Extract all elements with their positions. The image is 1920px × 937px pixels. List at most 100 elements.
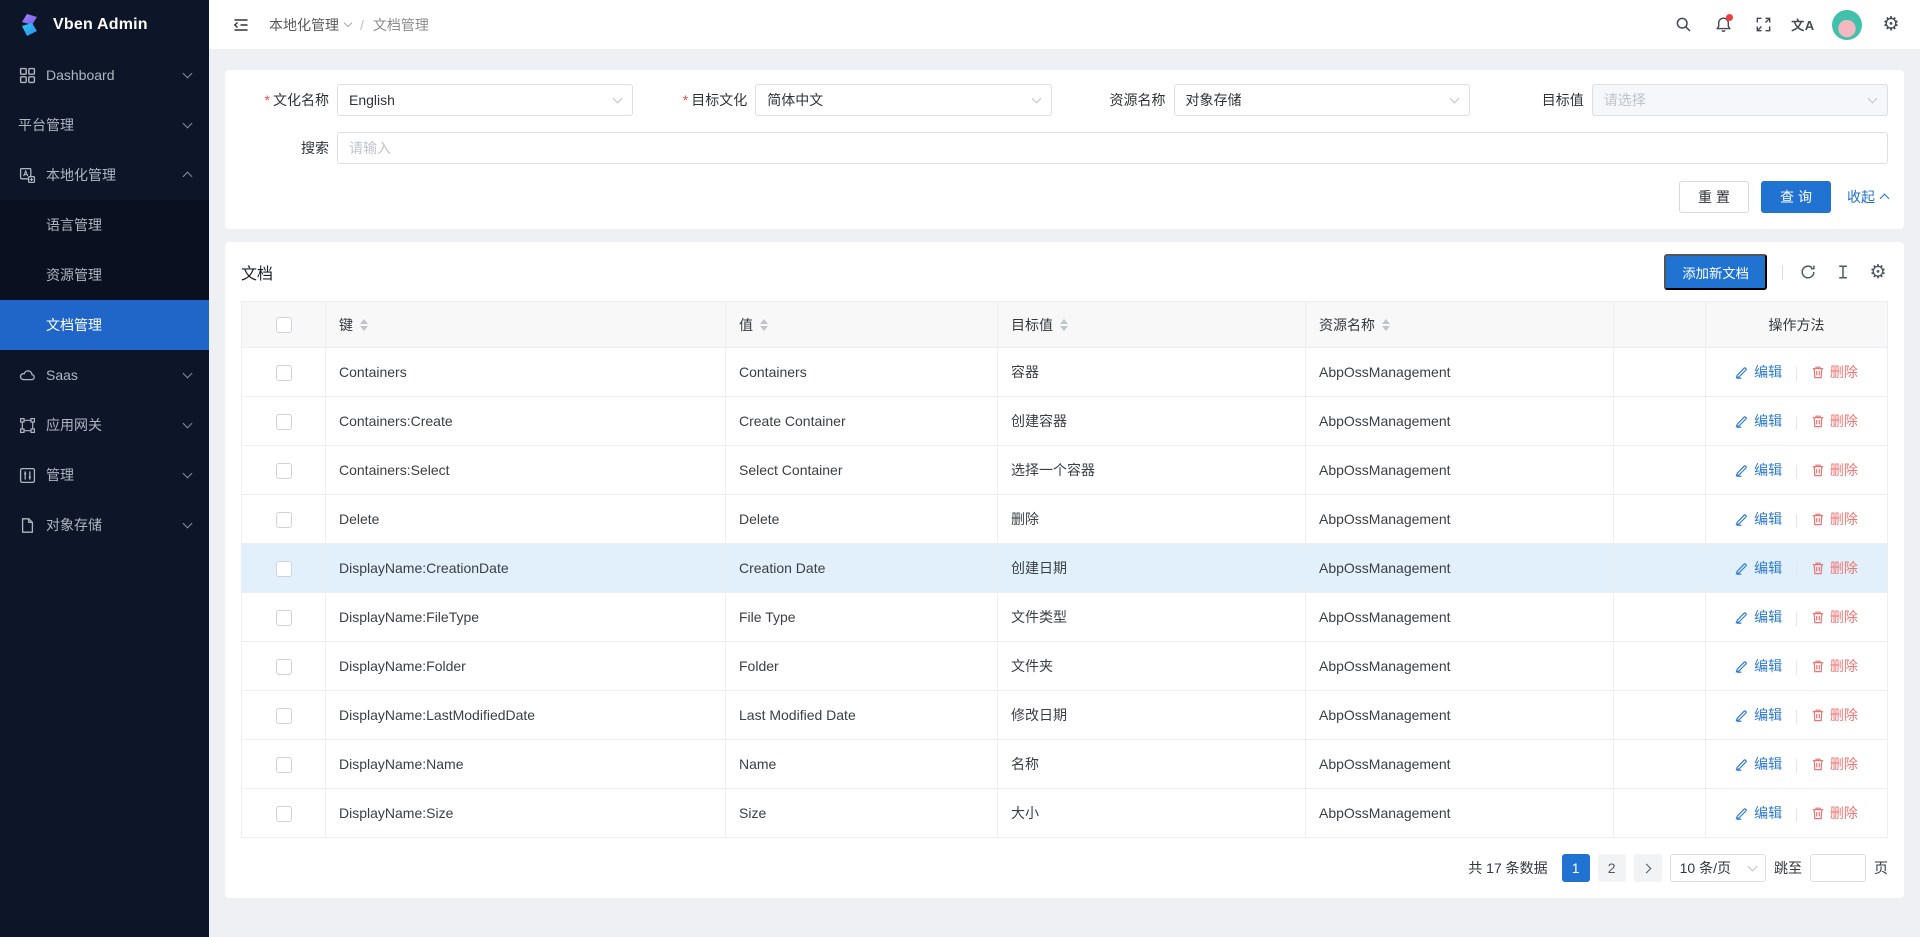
chevron-down-icon xyxy=(183,369,193,379)
chevron-down-icon xyxy=(1031,94,1041,104)
chevron-down-icon xyxy=(183,519,193,529)
row-checkbox[interactable] xyxy=(276,463,292,479)
user-avatar[interactable] xyxy=(1832,10,1862,40)
breadcrumb-parent[interactable]: 本地化管理 xyxy=(269,15,351,35)
query-button[interactable]: 查询 xyxy=(1761,181,1831,213)
sort-control[interactable] xyxy=(360,319,368,331)
edit-link[interactable]: 编辑 xyxy=(1735,460,1782,480)
add-document-button[interactable]: 添加新文档 xyxy=(1664,254,1767,290)
sidebar-item-document-mgmt[interactable]: 文档管理 xyxy=(0,300,209,350)
cell-resource: AbpOssManagement xyxy=(1306,495,1614,544)
row-checkbox[interactable] xyxy=(276,561,292,577)
delete-link[interactable]: 删除 xyxy=(1811,607,1858,627)
sidebar-item-dashboard[interactable]: Dashboard xyxy=(0,50,209,100)
delete-label: 删除 xyxy=(1830,558,1858,578)
cell-resource: AbpOssManagement xyxy=(1306,740,1614,789)
sidebar-item-saas[interactable]: Saas xyxy=(0,350,209,400)
delete-link[interactable]: 删除 xyxy=(1811,509,1858,529)
edit-link[interactable]: 编辑 xyxy=(1735,509,1782,529)
reset-button[interactable]: 重置 xyxy=(1679,181,1749,213)
page-button-2[interactable]: 2 xyxy=(1598,854,1626,882)
edit-link[interactable]: 编辑 xyxy=(1735,656,1782,676)
sidebar-item-resource-mgmt[interactable]: 资源管理 xyxy=(0,250,209,300)
cell-actions: 编辑 删除 xyxy=(1706,789,1888,838)
sidebar-item-platform[interactable]: 平台管理 xyxy=(0,100,209,150)
edit-link[interactable]: 编辑 xyxy=(1735,803,1782,823)
column-header-key: 键 xyxy=(339,315,353,335)
next-page-button[interactable] xyxy=(1634,854,1662,882)
jump-page-input[interactable] xyxy=(1810,854,1866,882)
page-content: 文化名称 English 目标文化 简体中文 资源名称 xyxy=(209,50,1920,937)
edit-link[interactable]: 编辑 xyxy=(1735,607,1782,627)
action-divider xyxy=(1796,759,1797,773)
delete-label: 删除 xyxy=(1830,509,1858,529)
cell-value: Name xyxy=(726,740,998,789)
refresh-icon[interactable] xyxy=(1798,262,1818,282)
row-height-icon[interactable] xyxy=(1833,262,1853,282)
row-checkbox[interactable] xyxy=(276,512,292,528)
delete-link[interactable]: 删除 xyxy=(1811,803,1858,823)
delete-label: 删除 xyxy=(1830,656,1858,676)
row-checkbox[interactable] xyxy=(276,414,292,430)
delete-link[interactable]: 删除 xyxy=(1811,558,1858,578)
delete-link[interactable]: 删除 xyxy=(1811,411,1858,431)
translate-icon[interactable]: 文A xyxy=(1786,7,1820,43)
sidebar-item-object-storage[interactable]: 对象存储 xyxy=(0,500,209,550)
edit-link[interactable]: 编辑 xyxy=(1735,362,1782,382)
delete-link[interactable]: 删除 xyxy=(1811,656,1858,676)
cell-resource: AbpOssManagement xyxy=(1306,544,1614,593)
topbar-actions: 文A ⚙ xyxy=(1666,7,1908,43)
target-culture-select[interactable]: 简体中文 xyxy=(755,84,1051,116)
column-settings-gear-icon[interactable]: ⚙ xyxy=(1868,262,1888,282)
row-checkbox[interactable] xyxy=(276,365,292,381)
table-row: DisplayName:LastModifiedDate Last Modifi… xyxy=(242,691,1888,740)
app-logo[interactable]: Vben Admin xyxy=(0,0,209,50)
row-checkbox[interactable] xyxy=(276,659,292,675)
row-checkbox[interactable] xyxy=(276,806,292,822)
sidebar-item-admin[interactable]: 管理 xyxy=(0,450,209,500)
select-all-checkbox[interactable] xyxy=(276,317,292,333)
delete-link[interactable]: 删除 xyxy=(1811,705,1858,725)
resource-name-select[interactable]: 对象存储 xyxy=(1174,84,1470,116)
edit-link[interactable]: 编辑 xyxy=(1735,558,1782,578)
row-checkbox[interactable] xyxy=(276,610,292,626)
edit-link[interactable]: 编辑 xyxy=(1735,705,1782,725)
chevron-up-icon xyxy=(183,172,193,182)
table-row: DisplayName:FileType File Type 文件类型 AbpO… xyxy=(242,593,1888,642)
sort-control[interactable] xyxy=(1382,319,1390,331)
cell-actions: 编辑 删除 xyxy=(1706,348,1888,397)
page-button-1[interactable]: 1 xyxy=(1562,854,1590,882)
page-size-select[interactable]: 10 条/页 xyxy=(1670,854,1766,882)
delete-link[interactable]: 删除 xyxy=(1811,362,1858,382)
delete-link[interactable]: 删除 xyxy=(1811,754,1858,774)
culture-name-label: 文化名称 xyxy=(241,90,329,110)
cell-actions: 编辑 删除 xyxy=(1706,446,1888,495)
delete-link[interactable]: 删除 xyxy=(1811,460,1858,480)
filter-panel: 文化名称 English 目标文化 简体中文 资源名称 xyxy=(225,70,1904,229)
notification-bell-icon[interactable] xyxy=(1706,7,1740,43)
sidebar-item-localization[interactable]: 本地化管理 xyxy=(0,150,209,200)
cell-actions: 编辑 删除 xyxy=(1706,495,1888,544)
sort-control[interactable] xyxy=(1060,319,1068,331)
search-icon[interactable] xyxy=(1666,7,1700,43)
sidebar-item-label: 平台管理 xyxy=(18,115,184,135)
target-value-select[interactable]: 请选择 xyxy=(1592,84,1888,116)
chevron-down-icon xyxy=(183,419,193,429)
edit-link[interactable]: 编辑 xyxy=(1735,411,1782,431)
sort-control[interactable] xyxy=(760,319,768,331)
cell-value: Select Container xyxy=(726,446,998,495)
fullscreen-icon[interactable] xyxy=(1746,7,1780,43)
cell-value: Create Container xyxy=(726,397,998,446)
edit-label: 编辑 xyxy=(1754,558,1782,578)
search-input[interactable] xyxy=(349,140,1876,156)
culture-name-select[interactable]: English xyxy=(337,84,633,116)
row-checkbox[interactable] xyxy=(276,757,292,773)
settings-gear-icon[interactable]: ⚙ xyxy=(1874,7,1908,43)
sidebar-fold-icon[interactable] xyxy=(225,9,257,41)
sidebar-item-gateway[interactable]: 应用网关 xyxy=(0,400,209,450)
sidebar-item-language-mgmt[interactable]: 语言管理 xyxy=(0,200,209,250)
row-checkbox[interactable] xyxy=(276,708,292,724)
edit-link[interactable]: 编辑 xyxy=(1735,754,1782,774)
collapse-link[interactable]: 收起 xyxy=(1847,187,1888,207)
file-icon xyxy=(18,516,36,534)
